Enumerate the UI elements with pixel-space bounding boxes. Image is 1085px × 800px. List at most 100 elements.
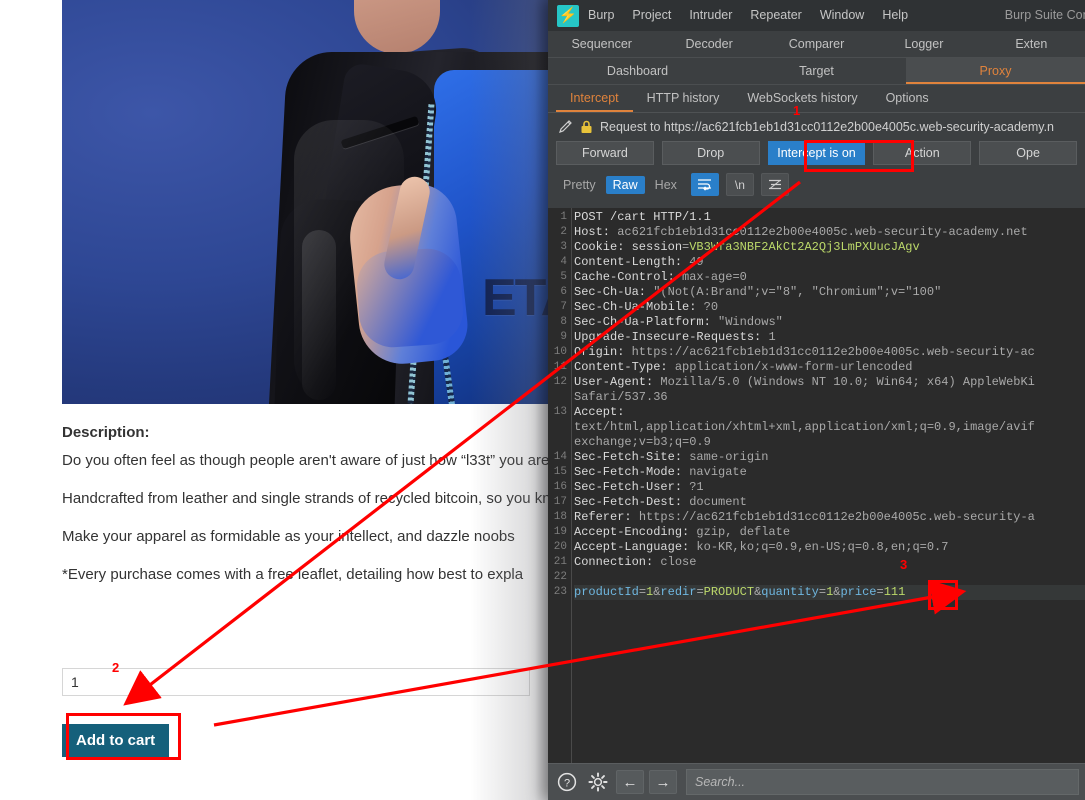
request-header-line[interactable]: text/html,application/xhtml+xml,applicat… [574,420,1085,435]
request-header-line[interactable]: Accept-Encoding: gzip, deflate [574,525,1085,540]
tab-target[interactable]: Target [727,58,906,84]
menu-repeater[interactable]: Repeater [741,0,810,31]
request-header-line[interactable]: Safari/537.36 [574,390,1085,405]
line-number: 20 [553,541,567,553]
line-number: 3 [560,241,567,253]
editor-format-bar: Pretty Raw Hex \n [548,171,1085,201]
window-title: Burp Suite Com [1004,8,1085,22]
line-number: 5 [560,271,567,283]
request-header-line[interactable]: Content-Length: 49 [574,255,1085,270]
add-to-cart-button[interactable]: Add to cart [62,724,170,757]
format-pretty[interactable]: Pretty [556,176,603,194]
line-number: 14 [553,451,567,463]
line-number: 6 [560,286,567,298]
line-number: 13 [553,406,567,418]
line-number: 17 [553,496,567,508]
menu-project[interactable]: Project [623,0,680,31]
tab-proxy[interactable]: Proxy [906,58,1085,84]
gear-icon[interactable] [585,769,611,795]
wrap-lines-icon[interactable] [690,173,719,196]
intercept-toggle-button[interactable]: Intercept is on [767,141,866,165]
request-header-line[interactable]: Host: ac621fcb1eb1d31cc0112e2b00e4005c.w… [574,225,1085,240]
menu-window[interactable]: Window [811,0,873,31]
product-description: Description: Do you often feel as though… [62,424,560,602]
request-header-line[interactable]: Origin: https://ac621fcb1eb1d31cc0112e2b… [574,345,1085,360]
menu-intruder[interactable]: Intruder [680,0,741,31]
request-header-line[interactable]: Referer: https://ac621fcb1eb1d31cc0112e2… [574,510,1085,525]
menu-help[interactable]: Help [873,0,917,31]
format-lines-icon[interactable] [760,173,789,196]
tab-options[interactable]: Options [872,85,943,112]
request-header-line[interactable]: Content-Type: application/x-www-form-url… [574,360,1085,375]
burp-menu-bar: ⚡ Burp Project Intruder Repeater Window … [548,0,1085,31]
tab-extender[interactable]: Exten [978,31,1085,57]
tab-http-history[interactable]: HTTP history [633,85,734,112]
request-header-line[interactable]: Sec-Fetch-User: ?1 [574,480,1085,495]
format-hex[interactable]: Hex [648,176,684,194]
request-header-line[interactable]: Upgrade-Insecure-Requests: 1 [574,330,1085,345]
line-number: 21 [553,556,567,568]
search-input[interactable]: Search... [686,769,1079,795]
request-header-line[interactable]: Cache-Control: max-age=0 [574,270,1085,285]
line-number: 12 [553,376,567,388]
request-editor[interactable]: 1 2 3 4 5 6 7 8 9 10 11 12 13 14 15 16 17 18 19 20 21 22 23 PO… [548,208,1085,764]
tab-websockets-history[interactable]: WebSockets history [733,85,871,112]
line-number: 10 [553,346,567,358]
request-header-line[interactable]: Accept-Language: ko-KR,ko;q=0.9,en-US;q=… [574,540,1085,555]
description-paragraph-4: *Every purchase comes with a free leafle… [62,566,524,583]
forward-arrow-icon[interactable]: → [649,770,677,794]
description-paragraph-2: Handcrafted from leather and single stra… [62,490,560,507]
tab-decoder[interactable]: Decoder [655,31,762,57]
product-image: ETA [62,0,560,404]
help-icon[interactable]: ? [554,769,580,795]
request-header-line[interactable]: Sec-Fetch-Dest: document [574,495,1085,510]
tab-logger[interactable]: Logger [870,31,977,57]
burp-logo-icon: ⚡ [557,4,579,27]
request-header-line[interactable]: exchange;v=b3;q=0.9 [574,435,1085,450]
request-target-text: Request to https://ac621fcb1eb1d31cc0112… [600,120,1055,134]
request-header-line[interactable] [574,570,1085,585]
burp-tab-row-1: Sequencer Decoder Comparer Logger Exten [548,31,1085,58]
line-number: 23 [553,586,567,598]
description-paragraph-3: Make your apparel as formidable as your … [62,528,515,545]
product-page: ETA Description: Do you often feel as th… [0,0,560,800]
request-header-line[interactable]: Sec-Ch-Ua: "(Not(A:Brand";v="8", "Chromi… [574,285,1085,300]
tab-sequencer[interactable]: Sequencer [548,31,655,57]
request-header-line[interactable]: User-Agent: Mozilla/5.0 (Windows NT 10.0… [574,375,1085,390]
request-raw-text[interactable]: POST /cart HTTP/1.1 Host: ac621fcb1eb1d31… [574,210,1085,764]
newline-icon[interactable]: \n [725,173,754,196]
menu-burp[interactable]: Burp [579,0,623,31]
photo-neck [354,0,440,54]
tab-comparer[interactable]: Comparer [763,31,870,57]
tab-dashboard[interactable]: Dashboard [548,58,727,84]
pencil-icon[interactable] [558,119,574,135]
tab-intercept[interactable]: Intercept [556,85,633,112]
request-header-line[interactable]: Connection: close [574,555,1085,570]
proxy-sub-tabs: Intercept HTTP history WebSockets histor… [548,85,1085,113]
format-raw[interactable]: Raw [605,175,645,194]
line-number: 4 [560,256,567,268]
request-header-line[interactable]: Sec-Fetch-Mode: navigate [574,465,1085,480]
request-header-line[interactable]: POST /cart HTTP/1.1 [574,210,1085,225]
forward-button[interactable]: Forward [556,141,654,165]
drop-button[interactable]: Drop [661,141,760,165]
request-header-line[interactable]: Sec-Fetch-Site: same-origin [574,450,1085,465]
description-label: Description: [62,424,150,441]
line-number [548,390,571,405]
line-number: 11 [553,361,567,373]
request-header-line[interactable]: Accept: [574,405,1085,420]
open-browser-button[interactable]: Ope [979,141,1077,165]
request-header-line[interactable]: Cookie: session=VB3Wfa3NBF2AkCt2A2Qj3LmP… [574,240,1085,255]
line-number: 8 [560,316,567,328]
request-header-line[interactable]: Sec-Ch-Ua-Mobile: ?0 [574,300,1085,315]
editor-line-numbers: 1 2 3 4 5 6 7 8 9 10 11 12 13 14 15 16 17 18 19 20 21 22 23 [548,208,572,764]
quantity-input[interactable] [62,668,530,696]
back-arrow-icon[interactable]: ← [616,770,644,794]
line-number: 16 [553,481,567,493]
quantity-field-wrapper [62,668,532,696]
request-body-line[interactable]: productId=1&redir=PRODUCT&quantity=1&pri… [574,585,1085,600]
action-button[interactable]: Action [873,141,972,165]
request-header-line[interactable]: Sec-Ch-Ua-Platform: "Windows" [574,315,1085,330]
lock-icon [581,120,592,133]
intercept-button-row: Forward Drop Intercept is on Action Ope [548,141,1085,171]
